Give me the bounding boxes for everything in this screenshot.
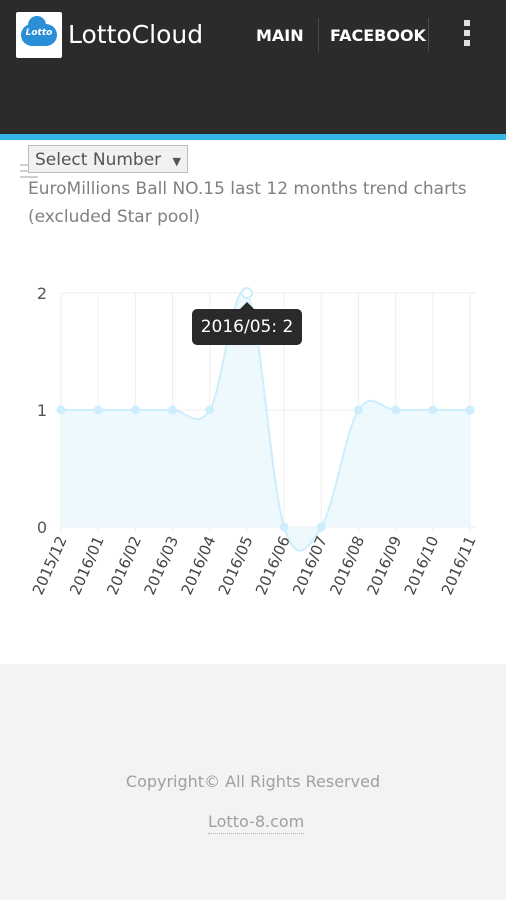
- chart-description: EuroMillions Ball NO.15 last 12 months t…: [28, 179, 467, 227]
- data-point[interactable]: [391, 405, 401, 415]
- top-app-bar: Lotto LottoCloud MAIN FACEBOOK: [0, 0, 506, 70]
- x-tick-label: 2016/02: [103, 533, 145, 597]
- app-title[interactable]: LottoCloud: [68, 19, 203, 51]
- x-tick-label: 2016/09: [363, 533, 405, 597]
- copyright-text: Copyright© All Rights Reserved: [125, 772, 381, 791]
- data-point[interactable]: [168, 405, 178, 415]
- data-point[interactable]: [428, 405, 438, 415]
- nav-facebook-link[interactable]: FACEBOOK: [330, 26, 426, 45]
- accent-divider: [0, 134, 506, 140]
- data-point[interactable]: [240, 287, 253, 299]
- x-tick-label: 2016/08: [326, 533, 368, 597]
- lotto-cloud-logo[interactable]: Lotto: [16, 12, 62, 58]
- data-point[interactable]: [316, 522, 326, 532]
- data-point[interactable]: [130, 405, 140, 415]
- data-tooltip: 2016/05: 2: [192, 302, 302, 345]
- data-point[interactable]: [353, 405, 363, 415]
- select-number-label: Select Number: [35, 150, 162, 170]
- x-tick-label: 2016/03: [140, 533, 182, 597]
- data-point[interactable]: [93, 405, 103, 415]
- x-tick-label: 2016/11: [438, 533, 480, 597]
- x-tick-label: 2015/12: [29, 533, 71, 597]
- y-tick-label: 2: [37, 284, 47, 303]
- x-tick-label: 2016/10: [401, 533, 443, 597]
- y-tick-label: 0: [37, 518, 47, 537]
- nav-divider: [318, 18, 319, 52]
- dropdown-arrow-icon: ▼: [172, 155, 182, 168]
- x-tick-label: 2016/04: [178, 533, 220, 597]
- logo-text: Lotto: [25, 28, 53, 38]
- data-point[interactable]: [56, 405, 66, 415]
- y-tick-label: 1: [37, 401, 47, 420]
- nav-divider: [428, 18, 429, 52]
- select-number-dropdown[interactable]: Select Number ▼: [28, 145, 188, 173]
- kebab-menu-icon[interactable]: [462, 20, 472, 52]
- nav-main-link[interactable]: MAIN: [256, 26, 304, 45]
- data-point[interactable]: [279, 522, 289, 532]
- x-tick-label: 2016/06: [252, 533, 294, 597]
- x-tick-label: 2016/05: [215, 533, 257, 597]
- data-point[interactable]: [205, 405, 215, 415]
- x-tick-label: 2016/01: [66, 533, 108, 597]
- data-point[interactable]: [465, 405, 475, 415]
- site-link[interactable]: Lotto-8.com: [208, 812, 305, 834]
- sub-header-bar: EuroMillions-Single Ball Trend Chart: [0, 70, 506, 181]
